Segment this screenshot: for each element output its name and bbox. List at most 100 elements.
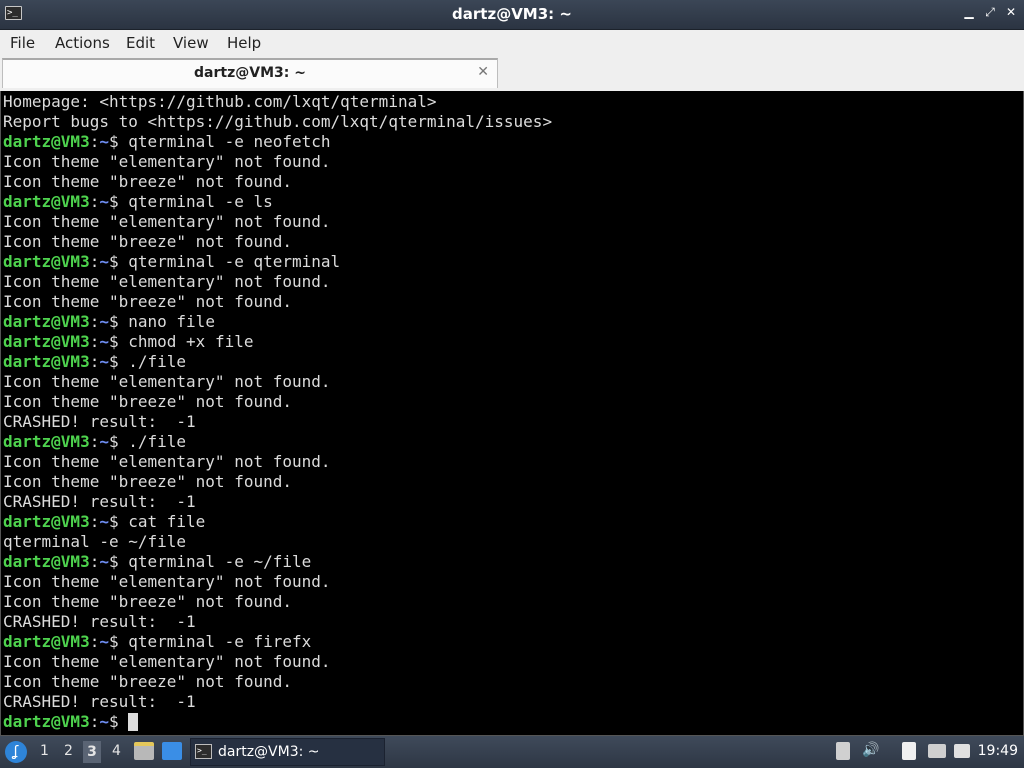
command-text: qterminal -e neofetch <box>128 132 331 151</box>
prompt-user: dartz@VM3 <box>3 312 90 331</box>
command-line: dartz@VM3:~$ chmod +x file <box>3 332 552 352</box>
file-manager-icon[interactable] <box>134 742 154 760</box>
output-text: Icon theme "breeze" not found. <box>3 392 292 411</box>
prompt-colon: : <box>89 192 100 211</box>
output-text: Icon theme "elementary" not found. <box>3 572 331 591</box>
output-line: CRASHED! result: -1 <box>3 492 552 512</box>
output-line: Icon theme "elementary" not found. <box>3 452 552 472</box>
output-text: qterminal -e ~/file <box>3 532 187 551</box>
output-text: Icon theme "breeze" not found. <box>3 672 292 691</box>
output-line: Icon theme "breeze" not found. <box>3 292 552 312</box>
output-line: Icon theme "elementary" not found. <box>3 152 552 172</box>
command-line: dartz@VM3:~$ ./file <box>3 352 552 372</box>
output-line: Icon theme "breeze" not found. <box>3 672 552 692</box>
command-line: dartz@VM3:~$ qterminal -e neofetch <box>3 132 552 152</box>
tab-close-icon[interactable]: ✕ <box>477 64 489 80</box>
notes-icon[interactable] <box>902 742 916 760</box>
prompt-colon: : <box>89 632 100 651</box>
output-line: Icon theme "elementary" not found. <box>3 212 552 232</box>
output-text: Icon theme "elementary" not found. <box>3 152 331 171</box>
maximize-icon[interactable]: ⤢ <box>982 5 998 20</box>
prompt-user: dartz@VM3 <box>3 252 90 271</box>
prompt-path: ~ <box>99 192 109 211</box>
workspace-4[interactable]: 4 <box>112 743 121 759</box>
prompt-symbol: $ <box>108 312 129 331</box>
prompt-symbol: $ <box>108 192 129 211</box>
output-line: CRASHED! result: -1 <box>3 412 552 432</box>
tab-terminal[interactable]: dartz@VM3: ~ ✕ <box>2 58 498 88</box>
minimize-icon[interactable]: ▁ <box>961 5 977 19</box>
prompt-user: dartz@VM3 <box>3 512 90 531</box>
command-text: ./file <box>128 352 187 371</box>
command-line: dartz@VM3:~$ ./file <box>3 432 552 452</box>
network-icon[interactable] <box>928 744 946 758</box>
command-line: dartz@VM3:~$ qterminal -e ~/file <box>3 552 552 572</box>
prompt-user: dartz@VM3 <box>3 712 90 731</box>
menu-help[interactable]: Help <box>227 34 261 52</box>
menu-view[interactable]: View <box>173 34 209 52</box>
output-text: Icon theme "elementary" not found. <box>3 372 331 391</box>
prompt-path: ~ <box>99 132 109 151</box>
notification-icon[interactable] <box>954 744 970 758</box>
close-icon[interactable]: ✕ <box>1003 5 1019 19</box>
output-line: Icon theme "elementary" not found. <box>3 272 552 292</box>
command-line: dartz@VM3:~$ nano file <box>3 312 552 332</box>
output-line: CRASHED! result: -1 <box>3 692 552 712</box>
prompt-symbol: $ <box>108 352 129 371</box>
output-line: Homepage: <https://github.com/lxqt/qterm… <box>3 92 552 112</box>
start-menu-icon[interactable]: ʆ <box>5 741 27 763</box>
command-text: ./file <box>128 432 187 451</box>
output-text: Homepage: <https://github.com/lxqt/qterm… <box>3 92 437 111</box>
command-line: dartz@VM3:~$ qterminal -e qterminal <box>3 252 552 272</box>
prompt-user: dartz@VM3 <box>3 432 90 451</box>
output-text: Report bugs to <https://github.com/lxqt/… <box>3 112 553 131</box>
output-text: Icon theme "elementary" not found. <box>3 652 331 671</box>
prompt-path: ~ <box>99 252 109 271</box>
output-line: Icon theme "elementary" not found. <box>3 572 552 592</box>
taskbar: ʆ 1 2 3 4 >_ dartz@VM3: ~ 🔊 19:49 <box>0 736 1024 768</box>
command-line: dartz@VM3:~$ cat file <box>3 512 552 532</box>
terminal-output: Homepage: <https://github.com/lxqt/qterm… <box>3 92 552 732</box>
taskbar-task-terminal[interactable]: >_ dartz@VM3: ~ <box>190 738 385 766</box>
workspace-3[interactable]: 3 <box>83 741 101 763</box>
prompt-path: ~ <box>99 712 109 731</box>
menu-edit[interactable]: Edit <box>126 34 155 52</box>
prompt-symbol: $ <box>108 512 129 531</box>
prompt-user: dartz@VM3 <box>3 192 90 211</box>
prompt-colon: : <box>89 132 100 151</box>
output-line: Report bugs to <https://github.com/lxqt/… <box>3 112 552 132</box>
prompt-colon: : <box>89 332 100 351</box>
terminal-task-icon: >_ <box>195 744 212 759</box>
output-text: Icon theme "breeze" not found. <box>3 232 292 251</box>
output-line: Icon theme "elementary" not found. <box>3 652 552 672</box>
command-line: dartz@VM3:~$ qterminal -e firefx <box>3 632 552 652</box>
prompt-path: ~ <box>99 432 109 451</box>
workspace-2[interactable]: 2 <box>64 743 73 759</box>
output-text: CRASHED! result: -1 <box>3 492 196 511</box>
prompt-path: ~ <box>99 352 109 371</box>
menu-bar: File Actions Edit View Help <box>0 30 1024 59</box>
clipboard-icon[interactable] <box>836 742 850 760</box>
clock[interactable]: 19:49 <box>978 743 1018 759</box>
output-line: Icon theme "elementary" not found. <box>3 372 552 392</box>
show-desktop-icon[interactable] <box>162 742 182 760</box>
prompt-colon: : <box>89 512 100 531</box>
prompt-user: dartz@VM3 <box>3 132 90 151</box>
terminal-view[interactable]: Homepage: <https://github.com/lxqt/qterm… <box>0 91 1024 736</box>
workspace-1[interactable]: 1 <box>40 743 49 759</box>
command-text: qterminal -e ~/file <box>128 552 312 571</box>
prompt-path: ~ <box>99 632 109 651</box>
menu-file[interactable]: File <box>10 34 35 52</box>
volume-icon[interactable]: 🔊 <box>862 742 879 758</box>
output-text: Icon theme "elementary" not found. <box>3 272 331 291</box>
menu-actions[interactable]: Actions <box>55 34 110 52</box>
output-text: Icon theme "breeze" not found. <box>3 292 292 311</box>
output-text: Icon theme "breeze" not found. <box>3 472 292 491</box>
window-title: dartz@VM3: ~ <box>452 5 572 23</box>
prompt-symbol: $ <box>108 132 129 151</box>
command-text: qterminal -e qterminal <box>128 252 341 271</box>
prompt-path: ~ <box>99 312 109 331</box>
tab-title: dartz@VM3: ~ <box>194 65 306 81</box>
command-line: dartz@VM3:~$ qterminal -e ls <box>3 192 552 212</box>
output-text: Icon theme "elementary" not found. <box>3 212 331 231</box>
